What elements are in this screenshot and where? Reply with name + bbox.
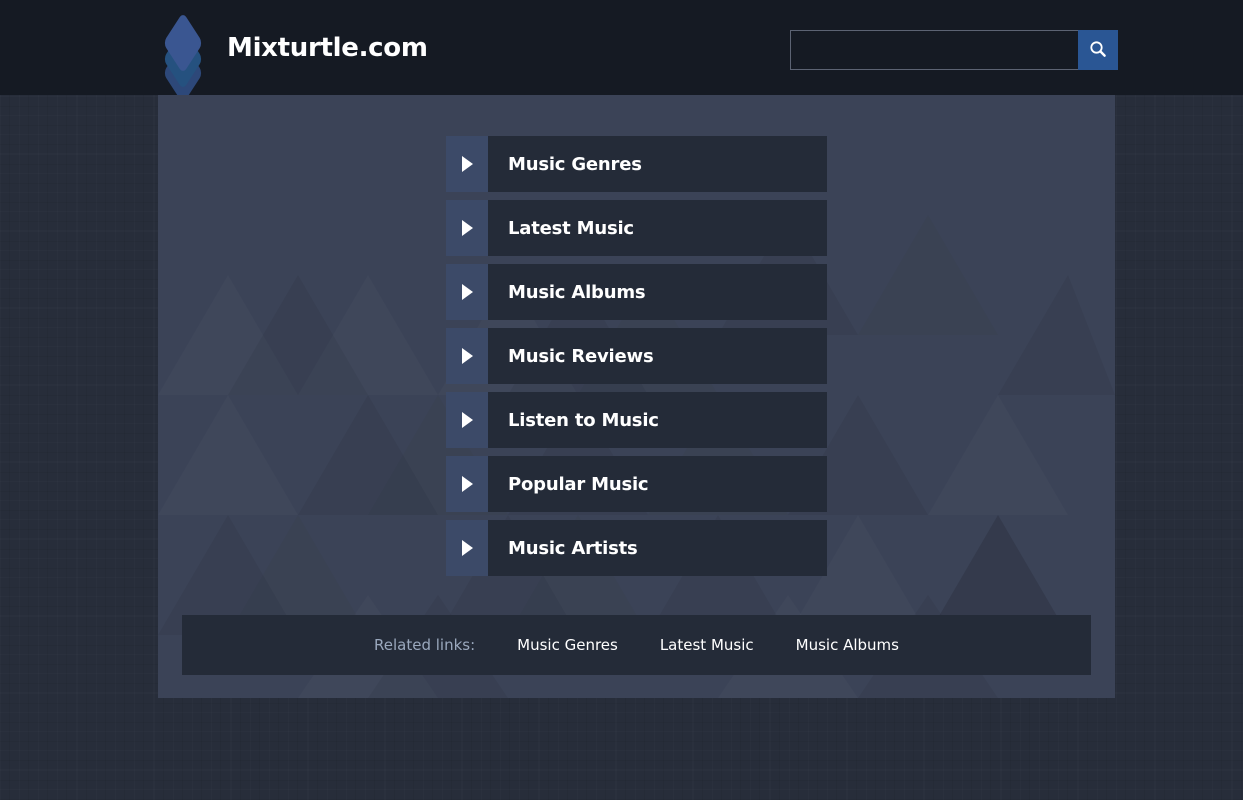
related-link-music-albums[interactable]: Music Albums bbox=[796, 636, 899, 654]
triangle-right-icon bbox=[446, 264, 488, 320]
menu-item-music-albums[interactable]: Music Albums bbox=[446, 264, 827, 320]
related-links-bar: Related links: Music Genres Latest Music… bbox=[182, 615, 1091, 675]
main-menu: Music Genres Latest Music Music Albums M… bbox=[446, 136, 827, 584]
menu-item-label: Latest Music bbox=[508, 217, 634, 239]
search-button[interactable] bbox=[1078, 30, 1118, 70]
menu-item-label: Popular Music bbox=[508, 473, 649, 495]
menu-item-music-artists[interactable]: Music Artists bbox=[446, 520, 827, 576]
menu-item-music-genres[interactable]: Music Genres bbox=[446, 136, 827, 192]
menu-item-label: Music Genres bbox=[508, 153, 642, 175]
triangle-right-icon bbox=[446, 328, 488, 384]
brand[interactable]: Mixturtle.com bbox=[155, 0, 428, 104]
search-bar bbox=[790, 30, 1118, 70]
menu-item-label: Music Artists bbox=[508, 537, 638, 559]
stacked-layers-icon bbox=[155, 11, 211, 104]
menu-item-label-box: Music Artists bbox=[488, 520, 827, 576]
related-link-music-genres[interactable]: Music Genres bbox=[517, 636, 618, 654]
related-link-latest-music[interactable]: Latest Music bbox=[660, 636, 754, 654]
triangle-right-icon bbox=[446, 520, 488, 576]
menu-item-label: Listen to Music bbox=[508, 409, 659, 431]
triangle-right-icon bbox=[446, 392, 488, 448]
menu-item-latest-music[interactable]: Latest Music bbox=[446, 200, 827, 256]
related-links-label: Related links: bbox=[374, 636, 476, 654]
menu-item-label-box: Music Reviews bbox=[488, 328, 827, 384]
menu-item-label: Music Albums bbox=[508, 281, 646, 303]
menu-item-label: Music Reviews bbox=[508, 345, 654, 367]
menu-item-listen-to-music[interactable]: Listen to Music bbox=[446, 392, 827, 448]
triangle-right-icon bbox=[446, 456, 488, 512]
brand-name: Mixturtle.com bbox=[227, 32, 428, 63]
menu-item-popular-music[interactable]: Popular Music bbox=[446, 456, 827, 512]
menu-item-label-box: Latest Music bbox=[488, 200, 827, 256]
main-panel: Music Genres Latest Music Music Albums M… bbox=[158, 95, 1115, 698]
search-input[interactable] bbox=[790, 30, 1078, 70]
menu-item-label-box: Popular Music bbox=[488, 456, 827, 512]
triangle-right-icon bbox=[446, 136, 488, 192]
site-header: Mixturtle.com bbox=[0, 0, 1243, 104]
menu-item-label-box: Listen to Music bbox=[488, 392, 827, 448]
search-icon bbox=[1089, 40, 1107, 61]
menu-item-label-box: Music Albums bbox=[488, 264, 827, 320]
menu-item-music-reviews[interactable]: Music Reviews bbox=[446, 328, 827, 384]
triangle-right-icon bbox=[446, 200, 488, 256]
menu-item-label-box: Music Genres bbox=[488, 136, 827, 192]
